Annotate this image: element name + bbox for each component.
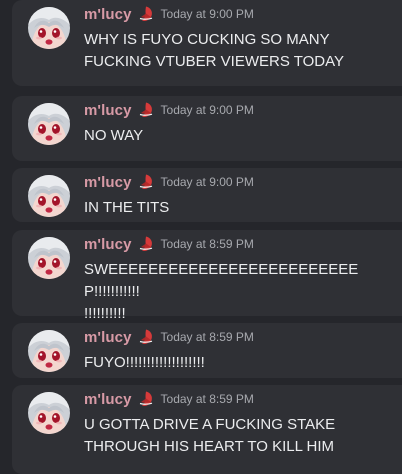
message-card[interactable]: m'lucy Today at 8:59 PM FUYO!!!!!!!!!!!!… (12, 323, 402, 378)
message-card[interactable]: m'lucy Today at 8:59 PM SWEEEEEEEEEEEEEE… (12, 230, 402, 322)
message-header: m'lucy Today at 8:59 PM (84, 327, 254, 347)
avatar-image (28, 7, 70, 49)
timestamp[interactable]: Today at 8:59 PM (161, 237, 254, 251)
red-crescent-icon (137, 328, 155, 346)
timestamp[interactable]: Today at 8:59 PM (161, 330, 254, 344)
avatar[interactable] (28, 7, 70, 49)
red-crescent-icon (137, 235, 155, 253)
avatar-image (28, 103, 70, 145)
avatar[interactable] (28, 237, 70, 279)
message-content: FUYO!!!!!!!!!!!!!!!!!!! (84, 354, 205, 371)
username[interactable]: m'lucy (84, 236, 132, 253)
timestamp[interactable]: Today at 9:00 PM (161, 175, 254, 189)
message-header: m'lucy Today at 9:00 PM (84, 4, 254, 24)
message-card[interactable]: m'lucy Today at 9:00 PM IN THE TITS (12, 168, 402, 222)
message-card[interactable]: m'lucy Today at 9:00 PM NO WAY (12, 96, 402, 161)
avatar[interactable] (28, 330, 70, 372)
username[interactable]: m'lucy (84, 174, 132, 191)
avatar-image (28, 237, 70, 279)
timestamp[interactable]: Today at 9:00 PM (161, 7, 254, 21)
timestamp[interactable]: Today at 8:59 PM (161, 392, 254, 406)
username[interactable]: m'lucy (84, 329, 132, 346)
message-header: m'lucy Today at 8:59 PM (84, 389, 254, 409)
message-header: m'lucy Today at 8:59 PM (84, 234, 254, 254)
red-crescent-icon (137, 101, 155, 119)
message-content: WHY IS FUYO CUCKING SO MANY FUCKING VTUB… (84, 31, 345, 70)
avatar[interactable] (28, 103, 70, 145)
avatar-image (28, 330, 70, 372)
red-crescent-icon (137, 173, 155, 191)
avatar[interactable] (28, 392, 70, 434)
message-content: U GOTTA DRIVE A FUCKING STAKE THROUGH HI… (84, 416, 336, 455)
message-header: m'lucy Today at 9:00 PM (84, 172, 254, 192)
avatar-image (28, 392, 70, 434)
username[interactable]: m'lucy (84, 391, 132, 408)
message-content: IN THE TITS (84, 199, 170, 216)
timestamp[interactable]: Today at 9:00 PM (161, 103, 254, 117)
message-card[interactable]: m'lucy Today at 9:00 PM WHY IS FUYO CUCK… (12, 0, 402, 86)
avatar[interactable] (28, 175, 70, 217)
red-crescent-icon (137, 390, 155, 408)
username[interactable]: m'lucy (84, 102, 132, 119)
red-crescent-icon (137, 5, 155, 23)
message-card[interactable]: m'lucy Today at 8:59 PM U GOTTA DRIVE A … (12, 385, 402, 474)
message-content: SWEEEEEEEEEEEEEEEEEEEEEEEEEP!!!!!!!!!!! … (84, 261, 359, 322)
message-content: NO WAY (84, 127, 144, 144)
message-header: m'lucy Today at 9:00 PM (84, 100, 254, 120)
username[interactable]: m'lucy (84, 6, 132, 23)
avatar-image (28, 175, 70, 217)
